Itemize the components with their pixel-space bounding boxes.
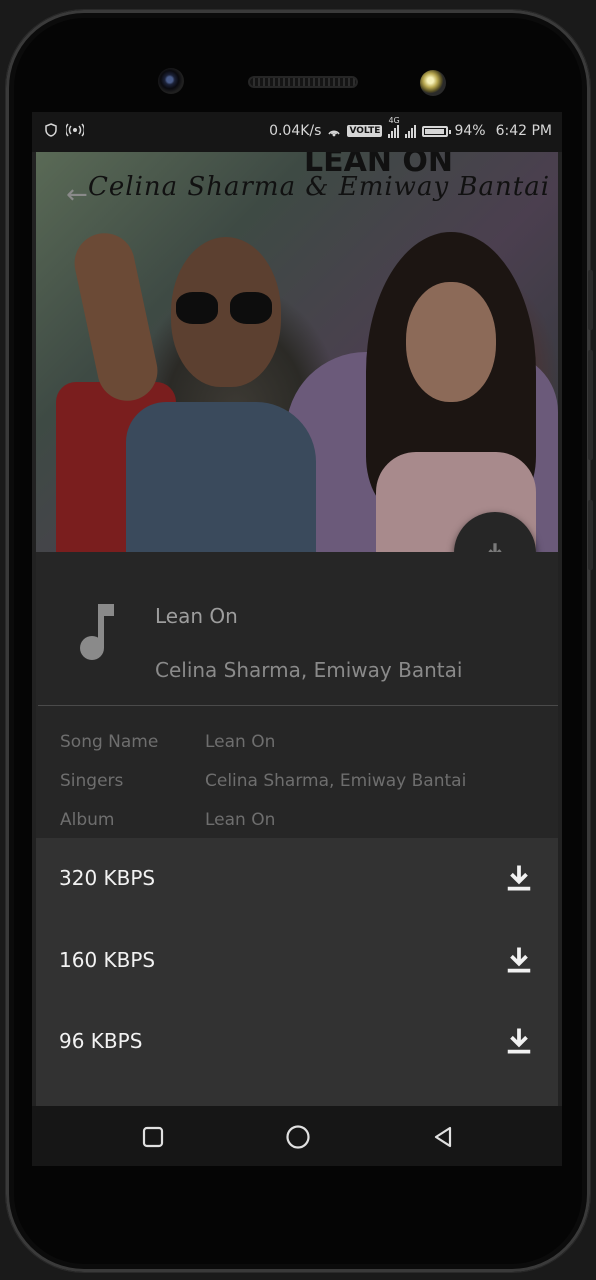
detail-value: Celina Sharma, Emiway Bantai [205,771,467,791]
wifi-calling-icon [328,130,341,137]
detail-row-song-name: Song Name Lean On [60,732,275,752]
detail-value: Lean On [205,732,276,752]
cover-figure [126,402,316,552]
quality-option-96[interactable]: 96 KBPS [36,1001,558,1083]
volume-button [588,270,593,330]
recents-button[interactable] [138,1122,168,1152]
quality-label: 160 KBPS [59,948,156,972]
clock: 6:42 PM [495,123,552,139]
home-button[interactable] [283,1122,313,1152]
recents-square-icon [142,1126,164,1148]
navigation-bar [32,1106,562,1166]
song-artists: Celina Sharma, Emiway Bantai [155,658,463,682]
detail-key: Singers [60,771,124,791]
download-icon[interactable] [504,863,534,893]
cover-artist-text: Celina Sharma & Emiway Bantai [88,172,551,202]
battery-percent: 94% [454,123,486,139]
music-note-icon [80,604,114,660]
screen: 0.04K/s VOLTE 4G 94% 6:42 PM LEAN ON Cel… [32,112,562,1166]
volume-button-lower [588,350,593,460]
quality-option-160[interactable]: 160 KBPS [36,920,558,1002]
volte-badge: VOLTE [347,125,383,137]
detail-key: Song Name [60,732,159,752]
cover-figure [176,292,276,326]
detail-value: Lean On [205,810,276,830]
shield-icon [45,123,57,137]
download-icon[interactable] [504,1026,534,1056]
detail-key: Album [60,810,115,830]
quality-option-320[interactable]: 320 KBPS [36,838,558,920]
album-cover: LEAN ON Celina Sharma & Emiway Bantai ← [36,152,558,552]
phone-frame: 0.04K/s VOLTE 4G 94% 6:42 PM LEAN ON Cel… [6,10,593,1272]
front-flash [420,70,446,96]
back-arrow-icon[interactable]: ← [66,180,88,210]
detail-row-album: Album Lean On [60,810,275,830]
download-quality-sheet: 320 KBPS 160 KBPS 96 KBPS [36,838,558,1106]
signal-bars-icon [388,124,400,138]
quality-label: 96 KBPS [59,1029,143,1053]
song-title: Lean On [155,604,238,628]
detail-row-singers: Singers Celina Sharma, Emiway Bantai [60,771,466,791]
back-button[interactable] [428,1122,458,1152]
battery-icon [422,125,452,137]
earpiece-speaker [248,76,358,88]
home-circle-icon [286,1125,310,1149]
download-icon[interactable] [504,945,534,975]
hotspot-icon [66,123,84,137]
status-bar: 0.04K/s VOLTE 4G 94% 6:42 PM [32,112,562,152]
signal-bars-icon-2 [405,124,417,138]
cover-figure [406,282,496,402]
back-triangle-icon [434,1126,452,1148]
quality-label: 320 KBPS [59,866,156,890]
cover-figure [68,227,164,407]
network-type: 4G [388,116,400,125]
signal-4g: 4G [388,116,400,138]
net-speed: 0.04K/s [269,123,322,139]
divider [38,705,558,706]
front-camera [158,68,184,94]
power-button [588,500,593,570]
song-info-panel: Lean On Celina Sharma, Emiway Bantai Son… [36,552,558,838]
